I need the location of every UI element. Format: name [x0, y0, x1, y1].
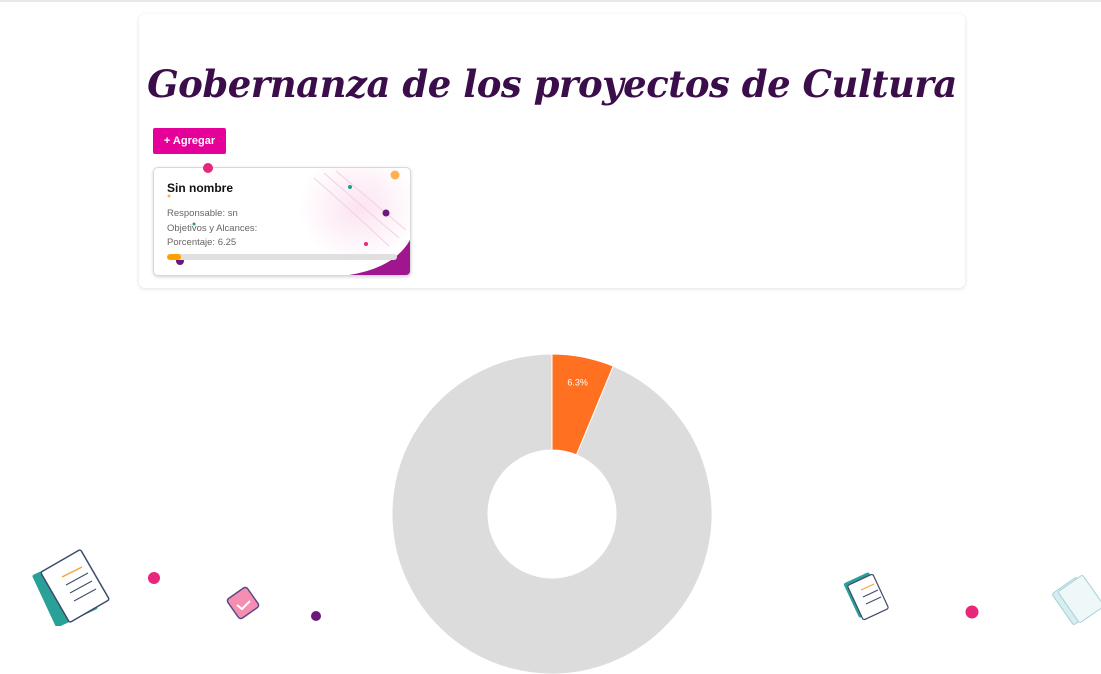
donut-slice-1 — [392, 354, 712, 674]
donut-label-0: 6.3% — [567, 377, 588, 387]
document-stack-icon — [32, 549, 110, 626]
project-name: Sin nombre — [167, 181, 234, 195]
project-progress-bar — [167, 254, 397, 260]
confetti-dot — [965, 605, 979, 619]
project-progress-fill — [167, 254, 182, 260]
project-objetivos: Objetivos y Alcances: — [167, 223, 258, 234]
progress-donut-chart: 6.3% — [392, 354, 712, 674]
document-icon — [1052, 575, 1101, 625]
document-icon — [843, 572, 889, 621]
confetti-dot — [203, 163, 213, 173]
projects-panel: Gobernanza de los proyectos de Cultura +… — [139, 14, 965, 288]
confetti-dot — [148, 572, 160, 584]
calendar-check-icon — [226, 586, 260, 620]
project-responsable: Responsable: sn — [167, 208, 238, 219]
project-card[interactable]: Sin nombre Responsable: sn Objetivos y A… — [153, 167, 411, 276]
page-title: Gobernanza de los proyectos de Cultura — [147, 62, 957, 106]
confetti-dot — [311, 611, 321, 621]
add-project-button[interactable]: + Agregar — [153, 128, 226, 154]
top-border — [0, 0, 1101, 2]
project-porcentaje: Porcentaje: 6.25 — [167, 237, 237, 248]
